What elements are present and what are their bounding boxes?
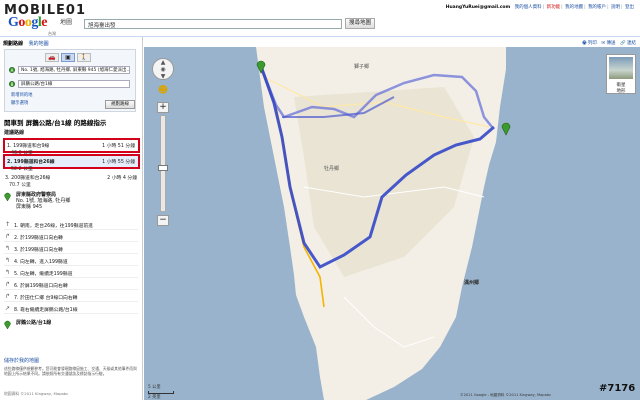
turn-left-icon: ↰ (5, 257, 11, 264)
route-distance: 70.7 公里 (9, 183, 31, 188)
zoom-out-button[interactable]: − (157, 215, 169, 226)
scale-imperial: 2 英里 (148, 395, 161, 400)
marker-b-icon: B (9, 81, 15, 87)
bus-icon: ▣ (65, 54, 71, 61)
car-mode-button[interactable]: 🚗 (45, 53, 59, 62)
save-to-my-maps-link[interactable]: 儲存於我的地圖 (4, 357, 39, 364)
step-row[interactable]: ↰ 4. 向左轉，進入199縣道 (4, 256, 138, 266)
sidebar-copyright: 地圖資料 ©2011 Kingway, Mapabc (4, 391, 69, 396)
route-name: 3. 200縣道和台26線 (5, 176, 51, 181)
destination-title: 屏鵝公路/台1線 (16, 320, 52, 326)
suggested-routes-label: 建議路線 (4, 130, 25, 136)
walk-mode-button[interactable]: 🚶 (77, 53, 91, 62)
zoom-thumb[interactable] (158, 165, 168, 171)
route-disclaimer: 這些路線僅供規劃參考。您可能會發現路線因施工、交通、天候或其他事件而與地圖上所示… (4, 366, 137, 376)
link-link[interactable]: 🔗 連結 (620, 41, 636, 46)
pan-center-icon[interactable]: ◉ (153, 66, 173, 73)
google-logo-text: Google (8, 15, 47, 30)
end-waypoint: B 屏鵝公路/台1線 (9, 80, 133, 89)
user-email: HuangYuRuei@gmail.com (445, 5, 511, 10)
end-input[interactable]: 屏鵝公路/台1線 (18, 80, 130, 88)
step-row[interactable]: ↰ 3. 於199縣道口向左轉 (4, 244, 138, 254)
toplink-logout[interactable]: 登出 (625, 5, 634, 10)
satellite-thumbnail (609, 57, 633, 79)
destination-block: 屏鵝公路/台1線 (4, 320, 138, 332)
image-watermark: #7176 (599, 383, 636, 394)
scale-metric: 5 公里 (148, 385, 161, 390)
directions-form: 🚗 ▣ 🚶 A No. 1號, 旭海路, 牡丹鄉, 屏東縣 945 (旭海仁愛派… (4, 49, 136, 112)
marker-a-icon: A (9, 67, 15, 73)
satellite-layer-button[interactable]: 衛星 地形 (606, 54, 636, 94)
route-option-2[interactable]: 2. 199縣道和台26線 1 小時 55 分鐘 52.2 公里 (3, 154, 140, 172)
show-options-link[interactable]: 顯示選項 (11, 100, 28, 106)
terrain-label: 地形 (616, 89, 626, 94)
toplink-account[interactable]: 我的帳戶 (588, 5, 606, 10)
toplink-new[interactable]: 新功能 (547, 5, 561, 10)
keep-right-icon: ↗ (5, 305, 11, 312)
tab-my-maps[interactable]: 我的地圖 (29, 41, 49, 47)
pan-control[interactable]: ▲ ◉ ▼ (152, 58, 174, 80)
search-input[interactable]: 旭海臺出發 (84, 19, 342, 29)
start-waypoint: A No. 1號, 旭海路, 牡丹鄉, 屏東縣 945 (旭海仁愛派出… (9, 66, 133, 75)
transit-mode-button[interactable]: ▣ (61, 53, 75, 62)
pan-up-icon[interactable]: ▲ (153, 59, 173, 66)
toplink-mymaps[interactable]: 我的地圖 (565, 5, 583, 10)
pan-down-icon[interactable]: ▼ (153, 73, 173, 80)
step-row[interactable]: ↱ 7. 於田仕仁鄉 台9線口向右轉 (4, 292, 138, 302)
map-scale: 5 公里 2 英里 (148, 384, 174, 400)
turn-right-icon: ↱ (5, 233, 11, 240)
sidebar-tabs: 規劃路線 我的地圖 (3, 40, 49, 47)
green-pin-icon (4, 192, 11, 201)
map-copyright: ©2011 Google - 地圖資料 ©2011 Kingway, Mapab… (460, 393, 552, 397)
map-label-manzhou: 滿州鄉 (464, 280, 480, 286)
walk-icon: 🚶 (80, 54, 88, 61)
route-name: 2. 199縣道和台26線 (7, 160, 55, 165)
pegman-icon[interactable]: ☻ (157, 84, 169, 98)
send-link[interactable]: ✉ 傳送 (601, 41, 615, 46)
step-row[interactable]: ↱ 6. 於屏199縣道口向右轉 (4, 280, 138, 290)
turn-right-icon: ↱ (5, 281, 11, 288)
map-graphic (144, 47, 640, 400)
zoom-in-button[interactable]: + (157, 102, 169, 113)
route-time: 1 小時 51 分鐘 (102, 144, 135, 149)
step-row[interactable]: ↑ 1. 朝南，走台26線，往199縣道前進 (4, 220, 138, 230)
origin-address-2: 屏東縣 945 (16, 204, 43, 210)
route-option-1[interactable]: 1. 199縣道和台9線 1 小時 51 分鐘 46.0 公里 (3, 138, 140, 156)
route-time: 1 小時 55 分鐘 (102, 160, 135, 165)
step-row[interactable]: ↱ 2. 於199縣道口向右轉 (4, 232, 138, 242)
route-name: 1. 199縣道和台9線 (7, 144, 50, 149)
turn-left-icon: ↰ (5, 245, 11, 252)
google-maps-logo[interactable]: Google 地圖 台灣 (8, 15, 78, 36)
map-tools: 🖶 列印 ✉ 傳送 🔗 連結 (579, 39, 636, 47)
step-row[interactable]: ↗ 8. 靠右繼續走屏鵝公路/台1線 (4, 304, 138, 314)
route-heading: 開車到 屏鵝公路/台1線 的路線指示 (4, 119, 107, 127)
zoom-control: + − (157, 102, 169, 227)
toplink-help[interactable]: 說明 (611, 5, 620, 10)
toplink-profile[interactable]: 我的個人資料 (515, 5, 542, 10)
search-maps-button[interactable]: 搜尋地圖 (345, 18, 375, 29)
car-icon: 🚗 (48, 54, 56, 61)
step-row[interactable]: ↰ 5. 向左轉，繼續走199縣道 (4, 268, 138, 278)
zoom-track[interactable] (158, 115, 168, 212)
route-option-3[interactable]: 3. 200縣道和台26線 2 小時 4 分鐘 70.7 公里 (3, 172, 140, 188)
map-label-mudan: 牡丹鄉 (324, 166, 340, 172)
origin-block: 屏東縣政府警察局 No. 1號, 旭海路, 牡丹鄉 屏東縣 945 (4, 192, 138, 214)
product-name: 地圖 (60, 19, 73, 26)
print-link[interactable]: 🖶 列印 (582, 41, 597, 46)
route-distance: 52.2 公里 (11, 167, 33, 172)
map-canvas[interactable]: 獅子鄉 牡丹鄉 滿州鄉 (144, 47, 640, 400)
tab-directions[interactable]: 規劃路線 (3, 41, 23, 47)
head-icon: ↑ (5, 221, 11, 228)
map-label-shizi: 獅子鄉 (354, 64, 370, 70)
top-links: HuangYuRuei@gmail.com 我的個人資料| 新功能| 我的地圖|… (445, 5, 634, 10)
green-pin-icon (4, 320, 11, 329)
get-directions-button[interactable]: 規劃路線 (105, 100, 135, 109)
start-input[interactable]: No. 1號, 旭海路, 牡丹鄉, 屏東縣 945 (旭海仁愛派出… (18, 66, 130, 74)
add-destination-link[interactable]: 新增目的地 (11, 92, 32, 98)
route-time: 2 小時 4 分鐘 (107, 176, 137, 181)
turn-left-icon: ↰ (5, 269, 11, 276)
turn-right-icon: ↱ (5, 293, 11, 300)
sidebar: 規劃路線 我的地圖 🚗 ▣ 🚶 A No. 1號, 旭海路, 牡丹鄉, 屏東縣 … (0, 37, 143, 400)
